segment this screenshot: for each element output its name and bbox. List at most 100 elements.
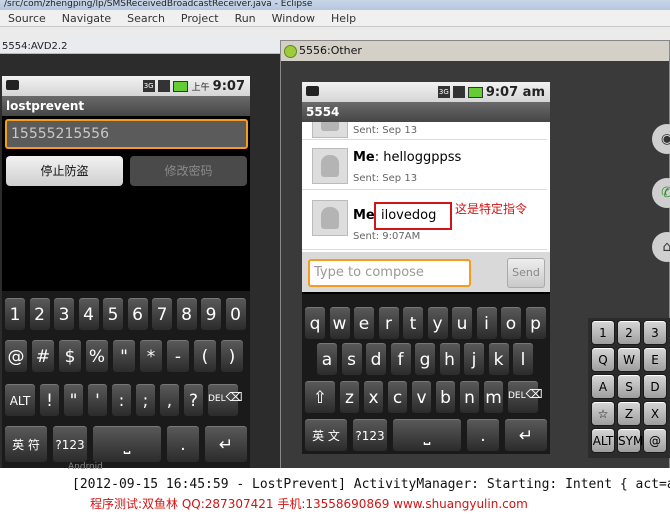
key-0[interactable]: 1 [4, 297, 26, 331]
menu-project[interactable]: Project [173, 12, 227, 25]
message-item[interactable]: Me ilovedog Sent: 9:07AM [302, 190, 547, 250]
enter-key[interactable]: ↵ [204, 425, 248, 463]
side-key-4-2[interactable]: @ [643, 428, 667, 453]
console-line: [2012-09-15 16:45:59 - LostPrevent] Acti… [72, 477, 670, 492]
compose-field[interactable]: Type to compose [308, 259, 471, 287]
key-5[interactable]: b [435, 380, 456, 414]
message-item[interactable]: Me: helloggppss Sent: Sep 13 [302, 140, 547, 190]
key-4[interactable]: v [411, 380, 432, 414]
key-123[interactable]: ?123 [352, 418, 388, 452]
enter-key[interactable]: ↵ [504, 418, 548, 452]
key-sym-4[interactable]: " [112, 339, 136, 373]
key-lang[interactable]: 英 文 [304, 418, 348, 452]
key-sym-0[interactable]: @ [4, 339, 28, 373]
key-u[interactable]: u [451, 306, 473, 340]
key-9[interactable]: 0 [224, 297, 247, 331]
key-e[interactable]: e [353, 306, 375, 340]
console-footer-line: 程序测试:双鱼林 QQ:287307421 手机:13558690869 www… [90, 497, 528, 511]
key-a[interactable]: a [316, 342, 338, 376]
side-key-4-0[interactable]: ALT [591, 428, 615, 453]
key-dot[interactable]: . [166, 425, 200, 463]
side-key-3-0[interactable]: ☆ [591, 401, 615, 426]
side-key-2-2[interactable]: D [643, 374, 667, 399]
key-3[interactable]: c [387, 380, 408, 414]
key-p[interactable]: p [524, 306, 547, 340]
send-button[interactable]: Send [507, 258, 545, 288]
phone-number-field[interactable]: 15555215556 [5, 119, 248, 149]
key-sym-5[interactable]: * [139, 339, 163, 373]
menu-source[interactable]: Source [0, 12, 54, 25]
side-key-0-2[interactable]: 3 [643, 320, 667, 345]
menu-navigate[interactable]: Navigate [54, 12, 119, 25]
key-sym-8[interactable]: ) [220, 339, 244, 373]
key-punct-6[interactable]: , [159, 383, 180, 417]
side-key-1-0[interactable]: Q [591, 347, 615, 372]
space-key[interactable]: ⎵ [92, 425, 162, 463]
key-j[interactable]: j [463, 342, 485, 376]
key-sym-7[interactable]: ( [193, 339, 217, 373]
key-2[interactable]: x [363, 380, 384, 414]
key-h[interactable]: h [438, 342, 461, 376]
key-punct-0[interactable]: ALT [4, 383, 36, 417]
key-8[interactable]: 9 [200, 297, 222, 331]
key-lang[interactable]: 英 符 [4, 425, 48, 463]
side-key-1-1[interactable]: W [617, 347, 641, 372]
side-key-2-1[interactable]: S [617, 374, 641, 399]
key-g[interactable]: g [414, 342, 436, 376]
key-punct-7[interactable]: ? [183, 383, 204, 417]
key-punct-5[interactable]: ; [135, 383, 156, 417]
key-t[interactable]: t [402, 306, 424, 340]
key-f[interactable]: f [389, 342, 412, 376]
side-key-0-0[interactable]: 1 [591, 320, 615, 345]
key-7[interactable]: 8 [175, 297, 198, 331]
key-2[interactable]: 3 [53, 297, 75, 331]
key-7[interactable]: m [483, 380, 504, 414]
stop-theft-button[interactable]: 停止防盗 [6, 156, 123, 186]
message-item[interactable]: Sent: Sep 13 [302, 122, 547, 140]
key-l[interactable]: l [512, 342, 534, 376]
side-key-2-0[interactable]: A [591, 374, 615, 399]
menu-window[interactable]: Window [264, 12, 323, 25]
key-o[interactable]: o [500, 306, 522, 340]
key-123[interactable]: ?123 [52, 425, 88, 463]
key-8[interactable]: DEL⌫ [507, 380, 543, 414]
key-punct-2[interactable]: " [63, 383, 84, 417]
menu-search[interactable]: Search [119, 12, 173, 25]
key-punct-4[interactable]: : [111, 383, 132, 417]
side-key-3-1[interactable]: Z [617, 401, 641, 426]
key-1[interactable]: z [339, 380, 360, 414]
key-punct-1[interactable]: ! [39, 383, 60, 417]
key-sym-6[interactable]: - [166, 339, 190, 373]
side-key-4-1[interactable]: SYM [617, 428, 643, 453]
key-dot[interactable]: . [466, 418, 500, 452]
key-5[interactable]: 6 [126, 297, 149, 331]
key-sym-2[interactable]: $ [58, 339, 82, 373]
compose-area: Type to compose Send [302, 252, 550, 292]
key-4[interactable]: 5 [102, 297, 124, 331]
key-s[interactable]: s [340, 342, 363, 376]
key-6[interactable]: 7 [151, 297, 173, 331]
key-w[interactable]: w [328, 306, 351, 340]
side-key-0-1[interactable]: 2 [617, 320, 641, 345]
space-key[interactable]: ⎵ [392, 418, 462, 452]
shift-key[interactable]: ⇧ [304, 380, 336, 414]
key-r[interactable]: r [377, 306, 400, 340]
key-k[interactable]: k [487, 342, 510, 376]
side-key-1-2[interactable]: E [643, 347, 667, 372]
side-key-3-2[interactable]: X [643, 401, 667, 426]
menu-run[interactable]: Run [227, 12, 264, 25]
change-password-button[interactable]: 修改密码 [130, 156, 247, 186]
key-sym-1[interactable]: # [31, 339, 55, 373]
key-1[interactable]: 2 [28, 297, 51, 331]
key-punct-3[interactable]: ' [87, 383, 108, 417]
key-punct-8[interactable]: DEL⌫ [207, 383, 243, 417]
menu-help[interactable]: Help [323, 12, 364, 25]
key-3[interactable]: 4 [77, 297, 100, 331]
key-sym-3[interactable]: % [85, 339, 109, 373]
key-d[interactable]: d [365, 342, 387, 376]
key-q[interactable]: q [304, 306, 326, 340]
key-y[interactable]: y [426, 306, 449, 340]
key-i[interactable]: i [475, 306, 498, 340]
key-6[interactable]: n [459, 380, 480, 414]
right-keyboard: q w e r t y u i o p a s d f g h j k l ⇧ z x c v b n m DEL⌫ 英 文 ?123 ⎵.… [302, 294, 550, 454]
